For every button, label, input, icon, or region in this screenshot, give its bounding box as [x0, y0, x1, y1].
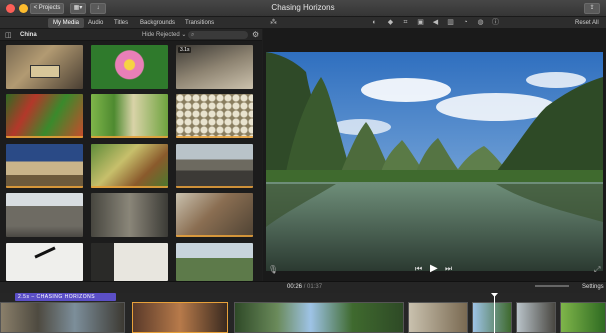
share-icon: ⇪	[589, 5, 595, 11]
skip-back-icon[interactable]: ⏮	[415, 264, 422, 274]
media-clip[interactable]	[6, 243, 83, 281]
speed-icon[interactable]: ◔	[461, 18, 470, 27]
info-icon[interactable]: ⓘ	[491, 18, 500, 27]
media-clip[interactable]	[176, 94, 253, 138]
color-correction-icon[interactable]: ◆	[386, 18, 395, 27]
media-clip[interactable]	[6, 144, 83, 188]
toolbar: My Media Audio Titles Backgrounds Transi…	[0, 17, 606, 29]
filter-icon[interactable]: ◍	[476, 18, 485, 27]
media-clip[interactable]	[176, 193, 253, 237]
media-clip[interactable]	[6, 193, 83, 237]
tab-transitions[interactable]: Transitions	[180, 18, 219, 28]
playhead[interactable]	[494, 293, 495, 333]
crop-icon[interactable]: ⌗	[401, 18, 410, 27]
clip-duration: 3.1s	[178, 47, 192, 53]
timeline-clip[interactable]	[234, 302, 404, 333]
viewer: 🎙 ⏮ ▶ ⏭ ⤢	[263, 29, 606, 281]
media-clip[interactable]	[91, 144, 168, 188]
search-icon: ⌕	[191, 32, 195, 38]
total-duration: 01:37	[307, 284, 323, 290]
timeline-bar: 00:26 / 01:37 Settings	[0, 281, 606, 293]
media-clip[interactable]	[91, 94, 168, 138]
timecode: 00:26 / 01:37	[287, 284, 323, 290]
title-clip[interactable]: 2.5s – CHASING HORIZONS	[15, 293, 116, 301]
media-clip[interactable]	[6, 45, 83, 89]
tab-my-media[interactable]: My Media	[48, 18, 85, 28]
timeline-clip[interactable]	[472, 302, 512, 333]
calligraphy-stroke	[34, 246, 56, 259]
sign-image	[30, 65, 60, 78]
media-clip[interactable]	[176, 243, 253, 281]
media-clip[interactable]	[6, 94, 83, 138]
skip-forward-icon[interactable]: ⏭	[445, 264, 452, 274]
video-preview[interactable]	[266, 52, 603, 271]
search-input[interactable]: ⌕	[188, 31, 248, 39]
timeline-clip[interactable]	[132, 302, 228, 333]
zoom-slider[interactable]	[535, 285, 569, 287]
volume-icon[interactable]: ◀	[431, 18, 440, 27]
reset-all-button[interactable]: Reset All	[575, 18, 599, 28]
play-icon[interactable]: ▶	[430, 263, 438, 274]
sidebar-toggle-icon[interactable]: ◫	[5, 31, 12, 39]
tab-backgrounds[interactable]: Backgrounds	[135, 18, 180, 28]
stabilization-icon[interactable]: ▣	[416, 18, 425, 27]
media-clip[interactable]	[176, 144, 253, 188]
current-time: 00:26	[287, 284, 303, 290]
settings-gear-icon[interactable]: ⚙	[252, 30, 259, 39]
timeline-clip[interactable]	[0, 302, 125, 333]
media-clip[interactable]	[91, 243, 168, 281]
album-title: China	[20, 32, 37, 38]
tab-audio[interactable]: Audio	[83, 18, 108, 28]
fullscreen-icon[interactable]: ⤢	[594, 265, 600, 275]
title-bar: < Projects ▦▾ ↓ Chasing Horizons ⇪	[0, 0, 606, 17]
media-clip[interactable]: 3.1s	[176, 45, 253, 89]
equalizer-icon[interactable]: ▥	[446, 18, 455, 27]
window-title: Chasing Horizons	[271, 3, 335, 12]
media-browser: 3.1s	[0, 41, 262, 281]
share-button[interactable]: ⇪	[584, 3, 600, 14]
timeline-clip[interactable]	[560, 302, 606, 333]
library-bar: ◫ China Hide Rejected ⌄ ⌕ ⚙	[0, 29, 262, 41]
timeline: 2.5s – CHASING HORIZONS	[0, 293, 606, 333]
color-balance-icon[interactable]: ◐	[370, 18, 379, 27]
timeline-clip[interactable]	[408, 302, 468, 333]
landscape-frame	[266, 52, 603, 271]
media-clip[interactable]	[91, 193, 168, 237]
playhead-handle-icon[interactable]	[491, 293, 498, 297]
microphone-icon[interactable]: 🎙	[268, 265, 278, 274]
timeline-clip[interactable]	[516, 302, 556, 333]
magic-wand-icon[interactable]: ⁂	[269, 18, 278, 27]
filter-label: Hide Rejected	[142, 32, 180, 38]
tab-titles[interactable]: Titles	[109, 18, 133, 28]
media-clip[interactable]	[91, 45, 168, 89]
filter-select[interactable]: Hide Rejected ⌄	[142, 30, 186, 40]
timeline-settings-button[interactable]: Settings	[582, 284, 604, 290]
